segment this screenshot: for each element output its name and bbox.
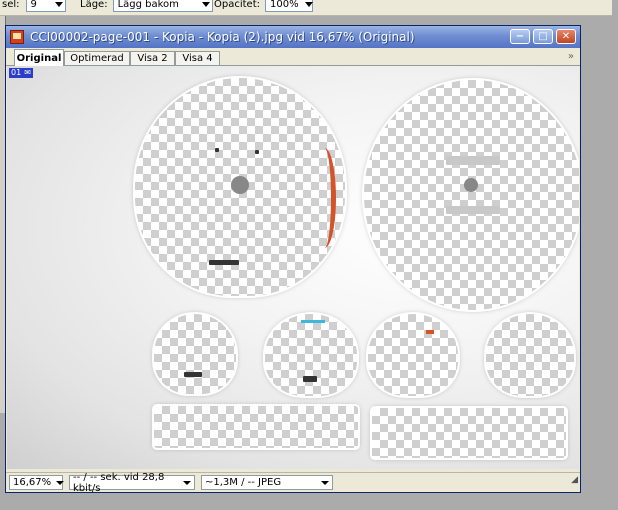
status-bar: 16,67% -- / -- sek. vid 28,8 kbit/s ~1,3… <box>6 472 580 494</box>
slice-number: 01 <box>11 68 22 77</box>
gauge-face-tachometer <box>135 78 345 296</box>
chevron-down-icon <box>183 480 191 485</box>
tab-original[interactable]: Original <box>14 49 64 66</box>
gauge-marking <box>255 150 259 154</box>
opacity-group: Opacitet: 100% <box>214 0 313 14</box>
tab-overflow-icon[interactable]: » <box>568 51 574 62</box>
window-title: CCI00002-page-001 - Kopia - Kopia (2).jp… <box>30 30 415 44</box>
gauge-strip-right <box>372 408 566 458</box>
file-size-dropdown[interactable]: ~1,3M / -- JPEG <box>201 475 333 490</box>
gauge-marking <box>184 372 202 377</box>
chevron-down-icon <box>321 480 329 485</box>
image-file-icon <box>10 30 24 44</box>
resize-grip-icon[interactable]: ◢ <box>571 475 578 485</box>
tab-optimized[interactable]: Optimerad <box>64 51 130 65</box>
chevron-down-icon <box>304 2 313 7</box>
gauge-face-small-2 <box>265 314 357 396</box>
title-bar[interactable]: CCI00002-page-001 - Kopia - Kopia (2).jp… <box>6 26 580 48</box>
download-speed-dropdown[interactable]: -- / -- sek. vid 28,8 kbit/s <box>69 472 195 494</box>
gauge-face-speedometer <box>364 80 579 310</box>
brush-size-label: sel: <box>2 0 20 10</box>
needle-hole <box>231 176 249 194</box>
gauge-face-small-1 <box>154 314 236 394</box>
scale-mark-red <box>426 330 434 334</box>
chevron-down-icon <box>54 2 63 7</box>
options-bar: sel: 9 Läge: Lägg bakom Opacitet: 100% <box>0 0 612 16</box>
gauge-marking <box>209 260 239 265</box>
tab-view-2[interactable]: Visa 2 <box>130 51 175 65</box>
image-canvas[interactable]: 01 ✉ <box>7 66 579 469</box>
maximize-button[interactable]: □ <box>533 29 553 44</box>
redline-arc <box>313 148 336 248</box>
zoom-dropdown[interactable]: 16,67% <box>9 475 65 490</box>
blend-mode-label: Läge: <box>80 0 108 10</box>
gauge-marking <box>215 148 219 152</box>
gauge-marking <box>303 376 317 382</box>
download-speed-value: -- / -- sek. vid 28,8 kbit/s <box>73 471 165 494</box>
tab-view-4[interactable]: Visa 4 <box>175 51 220 65</box>
minimize-button[interactable]: − <box>510 29 530 44</box>
view-tabs: Original Optimerad Visa 2 Visa 4 » <box>6 48 580 66</box>
trip-window <box>446 206 500 214</box>
file-size-value: ~1,3M / -- JPEG <box>205 477 282 488</box>
chevron-down-icon <box>201 2 210 7</box>
brush-size-dropdown[interactable]: 9 <box>25 0 66 12</box>
blend-mode-value: Lägg bakom <box>117 0 179 10</box>
blend-mode-group: Läge: Lägg bakom <box>80 0 213 14</box>
window-controls: − □ ✕ <box>510 29 576 44</box>
blend-mode-dropdown[interactable]: Lägg bakom <box>112 0 213 12</box>
gauge-face-small-4 <box>486 314 574 396</box>
brush-size-value: 9 <box>30 0 37 10</box>
close-button[interactable]: ✕ <box>556 29 576 44</box>
opacity-value: 100% <box>270 0 299 10</box>
needle-hole <box>464 178 478 192</box>
odometer-window <box>446 156 500 165</box>
document-window: CCI00002-page-001 - Kopia - Kopia (2).jp… <box>5 25 581 494</box>
slice-badge[interactable]: 01 ✉ <box>9 68 33 78</box>
brush-size-group: sel: 9 <box>2 0 66 14</box>
gauge-strip-left <box>154 406 358 448</box>
zoom-value: 16,67% <box>13 477 52 488</box>
mail-icon: ✉ <box>24 68 31 77</box>
opacity-dropdown[interactable]: 100% <box>265 0 313 12</box>
scale-arc-cyan <box>301 320 325 323</box>
gauge-face-small-3 <box>368 314 458 396</box>
chevron-down-icon <box>56 480 65 485</box>
opacity-label: Opacitet: <box>214 0 260 10</box>
